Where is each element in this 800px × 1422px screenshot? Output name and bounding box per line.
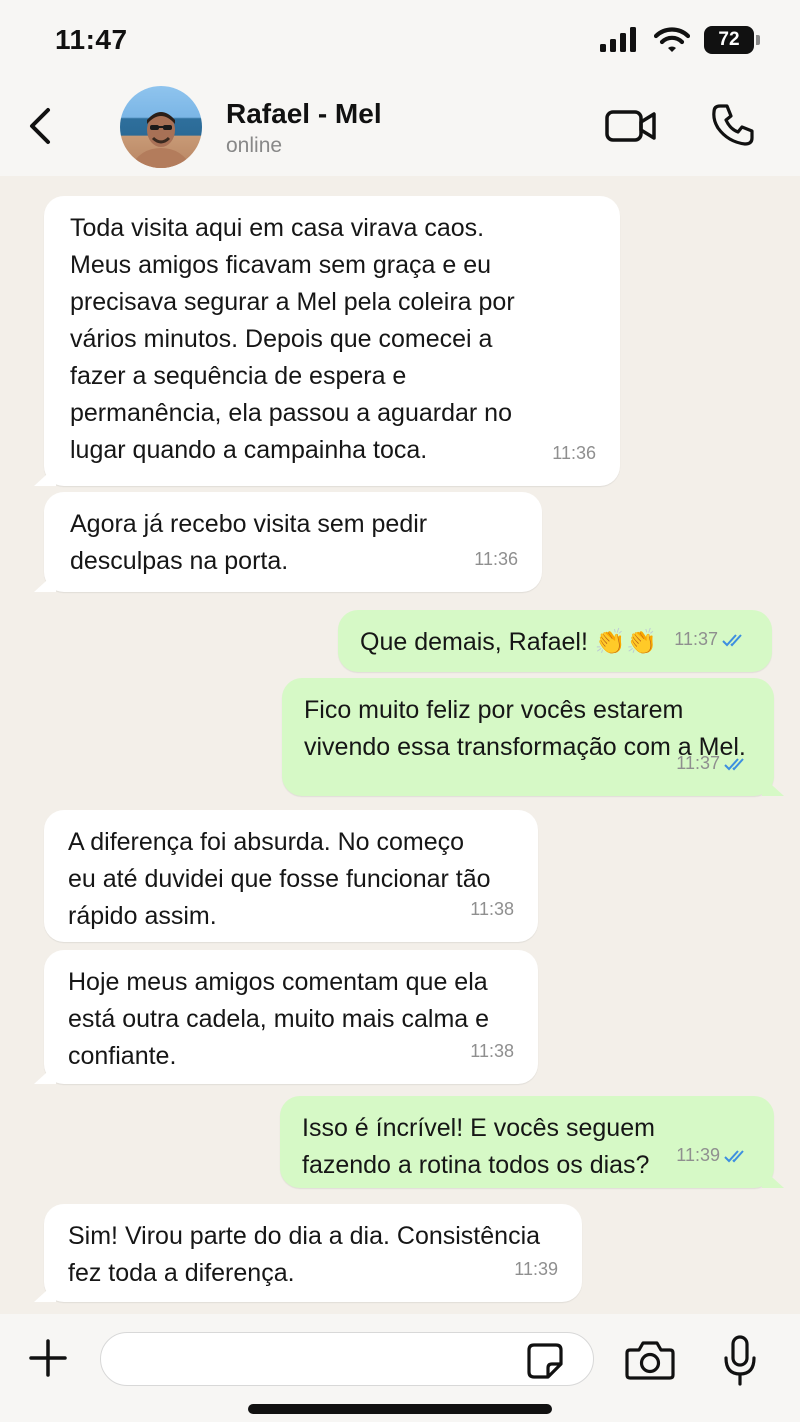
wifi-icon: [654, 27, 690, 52]
message-meta: 11:36: [474, 541, 518, 578]
avatar-photo: [130, 112, 192, 168]
plus-icon[interactable]: [28, 1338, 68, 1378]
message-incoming[interactable]: Agora já recebo visita sem pedir desculp…: [44, 492, 542, 592]
message-meta: 11:39: [514, 1251, 558, 1288]
message-meta: 11:38: [470, 1033, 514, 1070]
message-incoming[interactable]: Toda visita aqui em casa virava caos. Me…: [44, 196, 620, 486]
double-check-icon: [724, 757, 744, 770]
chat-area[interactable]: Toda visita aqui em casa virava caos. Me…: [0, 176, 800, 1314]
message-text: Agora já recebo visita sem pedir desculp…: [70, 510, 428, 575]
message-meta: 11:39: [676, 1137, 750, 1174]
status-bar: 11:47 72: [0, 0, 800, 86]
message-input[interactable]: [100, 1332, 594, 1386]
message-outgoing[interactable]: Que demais, Rafael! 👏👏 11:37: [338, 610, 772, 672]
message-incoming[interactable]: Hoje meus amigos comentam que ela está o…: [44, 950, 538, 1084]
message-time: 11:37: [676, 753, 720, 773]
contact-avatar[interactable]: [120, 86, 202, 168]
signal-icon: [600, 27, 636, 52]
message-meta: 11:37: [676, 745, 750, 782]
chat-header: Rafael - Mel online: [0, 86, 800, 176]
message-time: 11:36: [552, 443, 596, 463]
message-incoming[interactable]: Sim! Virou parte do dia a dia. Consistên…: [44, 1204, 582, 1302]
status-time: 11:47: [55, 24, 128, 55]
back-chevron-icon[interactable]: [22, 104, 62, 148]
video-camera-icon[interactable]: [604, 106, 658, 146]
message-time: 11:38: [470, 1041, 514, 1061]
message-text: Hoje meus amigos comentam que ela está o…: [68, 968, 490, 1070]
message-time: 11:38: [470, 899, 514, 919]
contact-name[interactable]: Rafael - Mel: [226, 98, 382, 130]
sticker-icon[interactable]: [526, 1342, 564, 1380]
phone-icon[interactable]: [710, 102, 756, 148]
battery-level: 72: [718, 29, 740, 50]
home-indicator[interactable]: [248, 1404, 552, 1414]
message-outgoing[interactable]: Isso é íncrível! E vocês seguem fazendo …: [280, 1096, 774, 1188]
message-outgoing[interactable]: Fico muito feliz por vocês estarem viven…: [282, 678, 774, 796]
message-text: Toda visita aqui em casa virava caos. Me…: [70, 214, 515, 464]
message-time: 11:39: [514, 1259, 558, 1279]
double-check-icon: [722, 633, 742, 646]
status-icons: 72: [600, 26, 760, 54]
message-text: Sim! Virou parte do dia a dia. Consistên…: [68, 1222, 541, 1287]
double-check-icon: [724, 1149, 744, 1162]
message-time: 11:39: [676, 1145, 720, 1165]
message-text: A diferença foi absurda. No começo eu at…: [68, 828, 491, 930]
message-time: 11:36: [474, 549, 518, 569]
message-meta: 11:36: [552, 435, 596, 472]
microphone-icon[interactable]: [722, 1334, 758, 1388]
message-time: 11:37: [674, 629, 718, 649]
message-meta: 11:37: [674, 621, 748, 658]
contact-status: online: [226, 134, 283, 157]
message-incoming[interactable]: A diferença foi absurda. No começo eu at…: [44, 810, 538, 942]
battery-indicator: 72: [704, 26, 760, 54]
camera-icon[interactable]: [624, 1338, 676, 1382]
message-meta: 11:38: [470, 891, 514, 928]
